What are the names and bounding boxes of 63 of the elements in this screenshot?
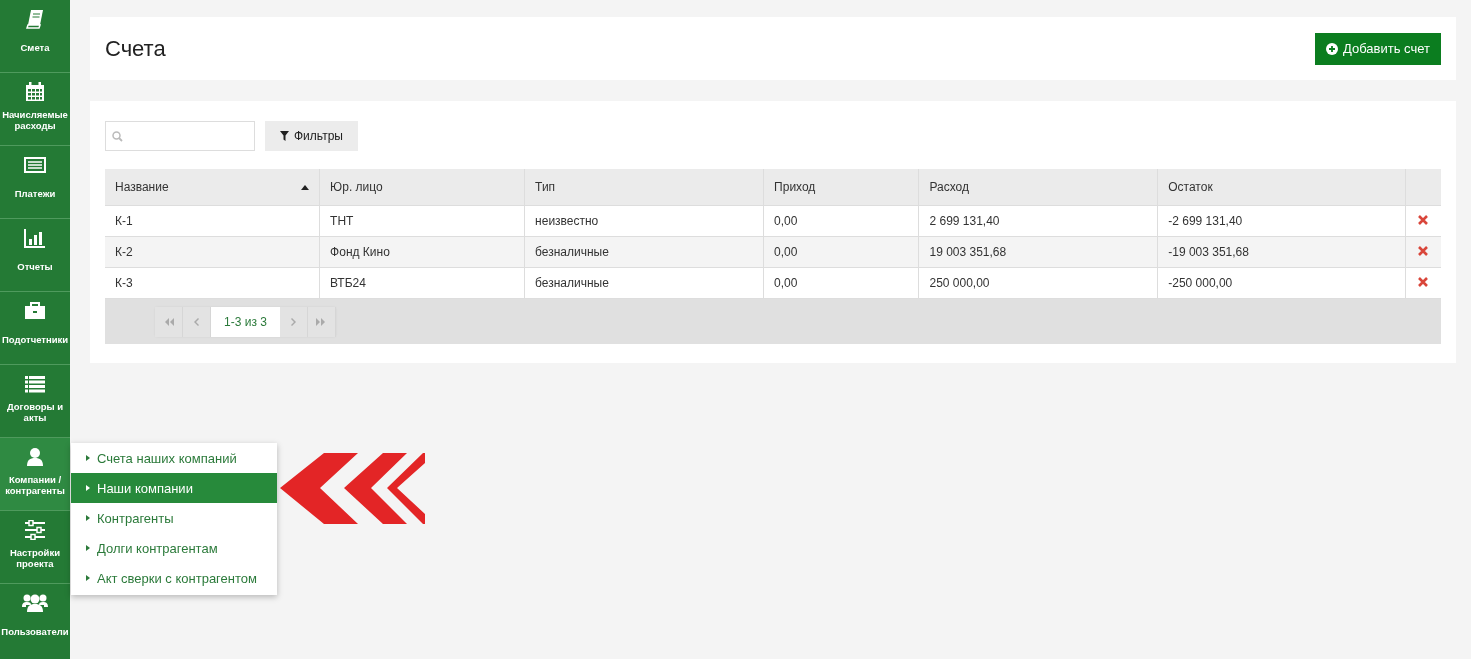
plus-circle-icon bbox=[1326, 42, 1339, 55]
table-cell: ТНТ bbox=[319, 205, 525, 237]
table-cell: 19 003 351,68 bbox=[918, 236, 1158, 268]
user-icon bbox=[26, 447, 44, 467]
submenu-item[interactable]: Наши компании bbox=[71, 473, 277, 503]
table-cell: -250 000,00 bbox=[1157, 267, 1406, 299]
search-icon bbox=[112, 130, 123, 142]
table-cell: К-3 bbox=[105, 267, 320, 299]
table-cell: безналичные bbox=[524, 267, 764, 299]
page-range: 1-3 из 3 bbox=[211, 306, 280, 337]
table-cell: безналичные bbox=[524, 236, 764, 268]
table-cell: 2 699 131,40 bbox=[918, 205, 1158, 237]
card-icon bbox=[24, 157, 46, 173]
next-page-button[interactable] bbox=[279, 306, 308, 337]
table-cell: неизвестно bbox=[524, 205, 764, 237]
table-cell: 0,00 bbox=[763, 205, 919, 237]
delete-icon[interactable] bbox=[1418, 277, 1429, 287]
column-header[interactable]: Расход bbox=[918, 169, 1158, 206]
previous-page-button[interactable] bbox=[183, 306, 211, 337]
sidebar-item[interactable]: Настройки проекта bbox=[0, 511, 70, 584]
sidebar-item[interactable]: Компании / контрагенты bbox=[0, 438, 70, 511]
bar-chart-icon bbox=[24, 228, 46, 248]
table-cell: 0,00 bbox=[763, 236, 919, 268]
book-icon bbox=[26, 9, 44, 29]
submenu-item[interactable]: Долги контрагентам bbox=[71, 533, 277, 563]
briefcase-icon bbox=[24, 302, 46, 320]
table-cell: 250 000,00 bbox=[918, 267, 1158, 299]
sidebar-item[interactable]: Начисляемые расходы bbox=[0, 73, 70, 146]
column-header[interactable]: Приход bbox=[763, 169, 919, 206]
column-header[interactable]: Название bbox=[105, 169, 320, 206]
filter-button[interactable]: Фильтры bbox=[265, 121, 358, 151]
add-account-button[interactable]: Добавить счет bbox=[1315, 32, 1441, 65]
column-header[interactable]: Тип bbox=[524, 169, 764, 206]
sidebar-item[interactable]: Отчеты bbox=[0, 219, 70, 292]
delete-icon[interactable] bbox=[1418, 246, 1429, 256]
delete-icon[interactable] bbox=[1418, 215, 1429, 225]
sidebar-item[interactable]: Платежи bbox=[0, 146, 70, 219]
table-cell: -19 003 351,68 bbox=[1157, 236, 1406, 268]
double-right-arrow-icon bbox=[316, 317, 327, 326]
double-left-arrow-icon bbox=[163, 317, 174, 326]
last-page-button[interactable] bbox=[307, 306, 336, 337]
table-cell: 0,00 bbox=[763, 267, 919, 299]
submenu-item[interactable]: Счета наших компаний bbox=[71, 443, 277, 473]
calendar-icon bbox=[25, 82, 45, 102]
users-icon bbox=[22, 593, 48, 613]
first-page-button[interactable] bbox=[155, 306, 183, 337]
funnel-icon bbox=[280, 131, 289, 141]
list-icon bbox=[24, 375, 46, 393]
submenu-item[interactable]: Контрагенты bbox=[71, 503, 277, 533]
search-field[interactable] bbox=[105, 121, 255, 151]
table-cell: К-2 bbox=[105, 236, 320, 268]
sidebar-item[interactable]: Смета bbox=[0, 0, 70, 73]
sidebar-item[interactable]: Подотчетники bbox=[0, 292, 70, 365]
page-title: Счета bbox=[105, 35, 166, 62]
column-header[interactable]: Юр. лицо bbox=[319, 169, 525, 206]
table-cell: К-1 bbox=[105, 205, 320, 237]
table-cell: ВТБ24 bbox=[319, 267, 525, 299]
sliders-icon bbox=[24, 520, 46, 540]
submenu-item[interactable]: Акт сверки с контрагентом bbox=[71, 563, 277, 593]
table-cell: -2 699 131,40 bbox=[1157, 205, 1406, 237]
sidebar-item[interactable]: Пользователи bbox=[0, 584, 70, 653]
column-header[interactable]: Остаток bbox=[1157, 169, 1406, 206]
table-cell: Фонд Кино bbox=[319, 236, 525, 268]
